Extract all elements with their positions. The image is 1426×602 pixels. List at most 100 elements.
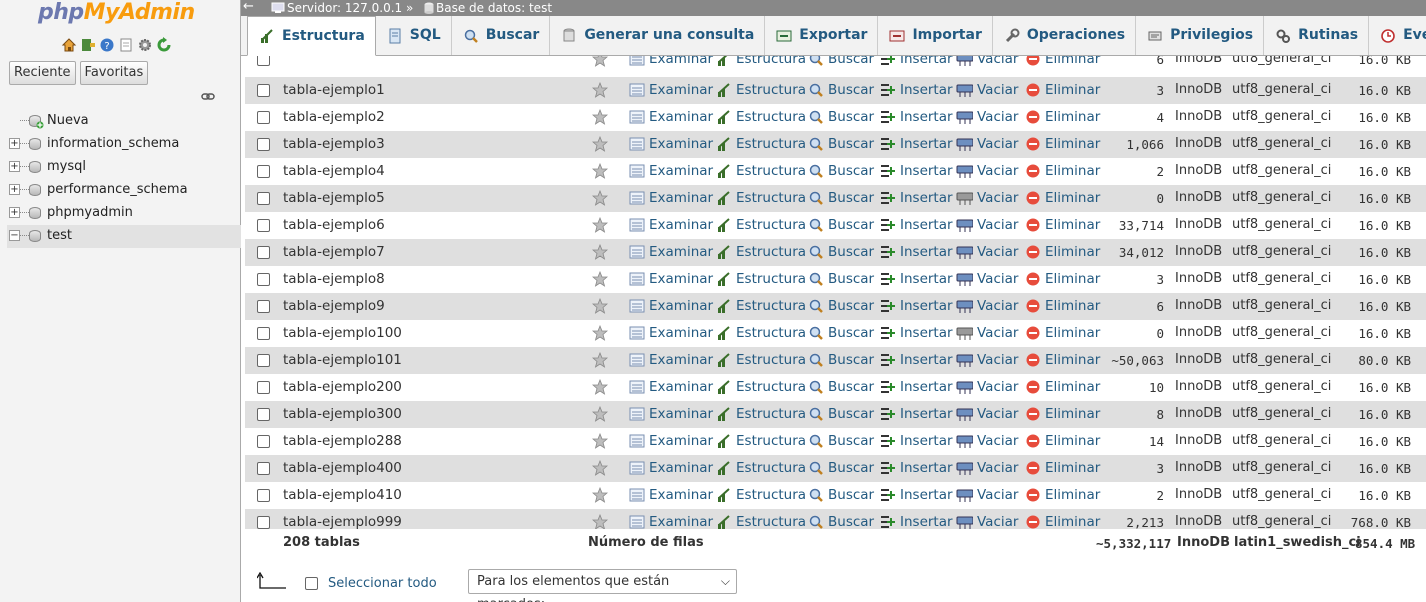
- row-checkbox[interactable]: [257, 489, 270, 502]
- browse-action-link[interactable]: Examinar: [628, 514, 713, 530]
- row-checkbox[interactable]: [257, 84, 270, 97]
- favorite-star-icon[interactable]: [591, 324, 609, 341]
- structure-action-link[interactable]: Estructura: [715, 56, 806, 67]
- browse-action-link[interactable]: Examinar: [628, 163, 713, 179]
- favorite-star-icon[interactable]: [591, 351, 609, 368]
- table-name-link[interactable]: tabla-ejemplo2: [283, 109, 385, 125]
- structure-action-link[interactable]: Estructura: [715, 352, 806, 368]
- gear-icon[interactable]: [137, 37, 153, 53]
- favorite-star-icon[interactable]: [591, 513, 609, 530]
- browse-action-link[interactable]: Examinar: [628, 298, 713, 314]
- empty-action-link[interactable]: Vaciar: [956, 379, 1018, 395]
- collapse-icon[interactable]: −: [9, 230, 20, 241]
- expand-icon[interactable]: +: [9, 138, 20, 149]
- link-icon[interactable]: [201, 90, 215, 104]
- browse-action-link[interactable]: Examinar: [628, 244, 713, 260]
- empty-action-link[interactable]: Vaciar: [956, 244, 1018, 260]
- row-checkbox[interactable]: [257, 354, 270, 367]
- empty-action-link[interactable]: Vaciar: [956, 352, 1018, 368]
- empty-action-link[interactable]: Vaciar: [956, 217, 1018, 233]
- expand-icon[interactable]: +: [9, 161, 20, 172]
- row-checkbox[interactable]: [257, 381, 270, 394]
- favorite-star-icon[interactable]: [591, 81, 609, 98]
- empty-action-link[interactable]: Vaciar: [956, 190, 1018, 206]
- empty-action-link[interactable]: Vaciar: [956, 271, 1018, 287]
- tree-item-nueva[interactable]: Nueva: [7, 110, 241, 133]
- favorite-star-icon[interactable]: [591, 459, 609, 476]
- search-action-link[interactable]: Buscar: [807, 325, 874, 341]
- structure-action-link[interactable]: Estructura: [715, 298, 806, 314]
- structure-action-link[interactable]: Estructura: [715, 244, 806, 260]
- table-name-link[interactable]: tabla-ejemplo300: [283, 406, 402, 422]
- row-checkbox[interactable]: [257, 56, 270, 66]
- search-action-link[interactable]: Buscar: [807, 56, 874, 67]
- structure-action-link[interactable]: Estructura: [715, 325, 806, 341]
- structure-action-link[interactable]: Estructura: [715, 487, 806, 503]
- insert-action-link[interactable]: Insertar: [879, 109, 953, 125]
- tree-item-information-schema[interactable]: + information_schema: [7, 133, 241, 156]
- browse-action-link[interactable]: Examinar: [628, 487, 713, 503]
- reload-icon[interactable]: [156, 37, 172, 53]
- empty-action-link[interactable]: Vaciar: [956, 136, 1018, 152]
- table-name-link[interactable]: tabla-ejemplo3: [283, 136, 385, 152]
- insert-action-link[interactable]: Insertar: [879, 190, 953, 206]
- browse-action-link[interactable]: Examinar: [628, 460, 713, 476]
- insert-action-link[interactable]: Insertar: [879, 487, 953, 503]
- table-name-link[interactable]: tabla-ejemplo400: [283, 460, 402, 476]
- row-checkbox[interactable]: [257, 219, 270, 232]
- insert-action-link[interactable]: Insertar: [879, 433, 953, 449]
- phpmyadmin-logo[interactable]: phpMyAdmin: [38, 0, 195, 25]
- breadcrumb-database[interactable]: Base de datos: test: [424, 0, 552, 16]
- table-name-link[interactable]: tabla-ejemplo101: [283, 352, 402, 368]
- empty-action-link[interactable]: Vaciar: [956, 163, 1018, 179]
- table-name-link[interactable]: tabla-ejemplo6: [283, 217, 385, 233]
- table-name-link[interactable]: tabla-ejemplo999: [283, 514, 402, 530]
- row-checkbox[interactable]: [257, 300, 270, 313]
- empty-action-link[interactable]: Vaciar: [956, 82, 1018, 98]
- empty-action-link[interactable]: Vaciar: [956, 460, 1018, 476]
- table-name-link[interactable]: tabla-ejemplo8: [283, 271, 385, 287]
- favorite-star-icon[interactable]: [591, 486, 609, 503]
- empty-action-link[interactable]: Vaciar: [956, 56, 1018, 67]
- table-name-link[interactable]: tabla-ejemplo410: [283, 487, 402, 503]
- structure-action-link[interactable]: Estructura: [715, 136, 806, 152]
- insert-action-link[interactable]: Insertar: [879, 514, 953, 530]
- structure-action-link[interactable]: Estructura: [715, 109, 806, 125]
- structure-action-link[interactable]: Estructura: [715, 379, 806, 395]
- insert-action-link[interactable]: Insertar: [879, 82, 953, 98]
- favorite-star-icon[interactable]: [591, 162, 609, 179]
- empty-action-link[interactable]: Vaciar: [956, 298, 1018, 314]
- tab-rutinas[interactable]: Rutinas: [1264, 16, 1370, 55]
- browse-action-link[interactable]: Examinar: [628, 82, 713, 98]
- structure-action-link[interactable]: Estructura: [715, 514, 806, 530]
- search-action-link[interactable]: Buscar: [807, 136, 874, 152]
- row-checkbox[interactable]: [257, 246, 270, 259]
- expand-icon[interactable]: +: [9, 207, 20, 218]
- table-name-link[interactable]: tabla-ejemplo200: [283, 379, 402, 395]
- empty-action-link[interactable]: Vaciar: [956, 109, 1018, 125]
- search-action-link[interactable]: Buscar: [807, 217, 874, 233]
- tab-exportar[interactable]: Exportar: [765, 16, 879, 55]
- row-checkbox[interactable]: [257, 516, 270, 529]
- empty-action-link[interactable]: Vaciar: [956, 433, 1018, 449]
- browse-action-link[interactable]: Examinar: [628, 325, 713, 341]
- structure-action-link[interactable]: Estructura: [715, 82, 806, 98]
- search-action-link[interactable]: Buscar: [807, 433, 874, 449]
- search-action-link[interactable]: Buscar: [807, 109, 874, 125]
- insert-action-link[interactable]: Insertar: [879, 406, 953, 422]
- insert-action-link[interactable]: Insertar: [879, 271, 953, 287]
- favorite-star-icon[interactable]: [591, 378, 609, 395]
- favorite-tables-button[interactable]: Favoritas: [79, 61, 149, 85]
- search-action-link[interactable]: Buscar: [807, 514, 874, 530]
- favorite-star-icon[interactable]: [591, 405, 609, 422]
- insert-action-link[interactable]: Insertar: [879, 244, 953, 260]
- search-action-link[interactable]: Buscar: [807, 163, 874, 179]
- browse-action-link[interactable]: Examinar: [628, 352, 713, 368]
- tab-importar[interactable]: Importar: [878, 16, 993, 55]
- docs-icon[interactable]: [118, 37, 134, 53]
- empty-action-link[interactable]: Vaciar: [956, 406, 1018, 422]
- browse-action-link[interactable]: Examinar: [628, 56, 713, 67]
- empty-action-link[interactable]: Vaciar: [956, 514, 1018, 530]
- select-all-link[interactable]: Seleccionar todo: [328, 576, 437, 591]
- row-checkbox[interactable]: [257, 273, 270, 286]
